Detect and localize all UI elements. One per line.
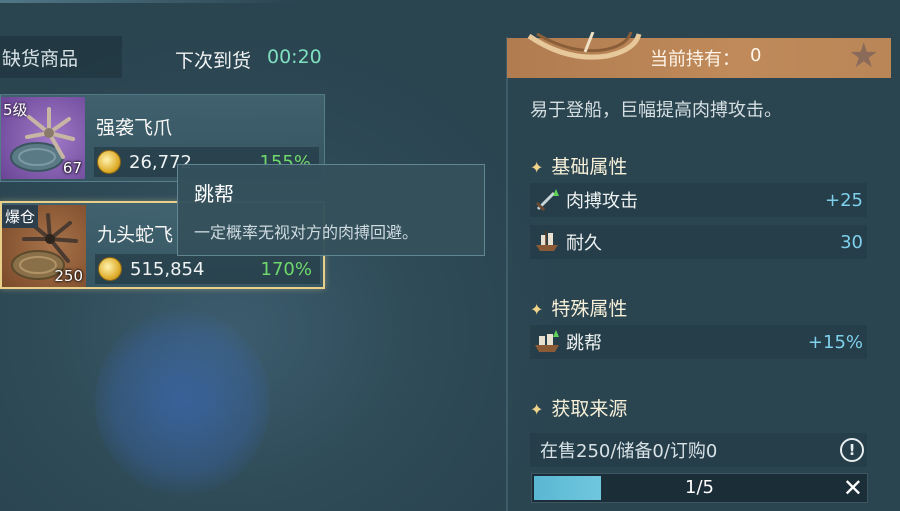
price-row: 515,854 170% bbox=[95, 254, 320, 284]
close-icon[interactable]: ✕ bbox=[843, 474, 863, 502]
gold-coin-icon bbox=[97, 150, 121, 174]
attribute-name: 肉搏攻击 bbox=[566, 191, 638, 212]
restock-timer: 00:20 bbox=[267, 46, 322, 68]
attribute-value: +15% bbox=[807, 331, 863, 353]
item-level-tag: 5级 bbox=[3, 101, 28, 119]
sparkle-icon: ✦ bbox=[530, 300, 544, 319]
item-description: 易于登船，巨幅提高肉搏攻击。 bbox=[530, 100, 782, 121]
item-quantity: 250 bbox=[54, 267, 83, 285]
item-thumbnail: 5级 67 bbox=[1, 97, 85, 179]
item-name: 九头蛇飞 bbox=[97, 224, 174, 246]
hold-label: 当前持有： bbox=[650, 49, 740, 70]
skill-tooltip: 跳帮 一定概率无视对方的肉搏回避。 bbox=[177, 164, 485, 256]
progress-text: 1/5 bbox=[685, 477, 714, 498]
panel-divider bbox=[506, 37, 508, 511]
source-text: 在售250/储备0/订购0 bbox=[540, 441, 718, 462]
background-glow bbox=[95, 310, 270, 495]
top-divider bbox=[0, 0, 300, 3]
tooltip-description: 一定概率无视对方的肉搏回避。 bbox=[194, 223, 419, 242]
item-banner: 当前持有： 0 ★ bbox=[507, 32, 891, 78]
item-status-tag: 爆仓 bbox=[2, 205, 39, 228]
source-row: 在售250/储备0/订购0 ! bbox=[530, 433, 867, 467]
rope-coil-icon bbox=[527, 32, 642, 60]
item-quantity: 67 bbox=[62, 159, 82, 177]
gold-coin-icon bbox=[98, 257, 122, 281]
tab-shortage-label: 缺货商品 bbox=[2, 47, 79, 70]
attribute-row: 耐久 30 bbox=[530, 225, 867, 259]
info-icon[interactable]: ! bbox=[840, 438, 864, 462]
melee-attack-icon bbox=[534, 187, 560, 213]
price-percent: 170% bbox=[260, 258, 312, 280]
attribute-name: 耐久 bbox=[566, 233, 602, 254]
attribute-row: 肉搏攻击 +25 bbox=[530, 183, 867, 217]
attribute-row: 跳帮 +15% bbox=[530, 325, 867, 359]
attribute-value: +25 bbox=[825, 189, 863, 211]
restock-label: 下次到货 bbox=[175, 50, 252, 72]
sparkle-icon: ✦ bbox=[530, 158, 544, 177]
section-special-attributes: ✦ 特殊属性 bbox=[530, 298, 628, 320]
tooltip-title: 跳帮 bbox=[194, 182, 234, 206]
attribute-value: 30 bbox=[840, 231, 863, 253]
attribute-name: 跳帮 bbox=[566, 333, 602, 354]
item-price: 515,854 bbox=[130, 258, 205, 280]
boarding-icon bbox=[534, 329, 560, 355]
durability-icon bbox=[534, 229, 560, 255]
item-thumbnail: 爆仓 250 bbox=[2, 205, 86, 287]
tab-shortage-goods[interactable]: 缺货商品 bbox=[0, 36, 122, 78]
item-name: 强袭飞爪 bbox=[96, 117, 173, 139]
section-base-attributes: ✦ 基础属性 bbox=[530, 156, 628, 178]
favorite-star-icon[interactable]: ★ bbox=[849, 39, 879, 73]
section-acquisition-source: ✦ 获取来源 bbox=[530, 398, 628, 420]
sparkle-icon: ✦ bbox=[530, 400, 544, 419]
hold-value: 0 bbox=[750, 45, 762, 66]
order-progress-bar: 1/5 ✕ bbox=[531, 473, 868, 503]
